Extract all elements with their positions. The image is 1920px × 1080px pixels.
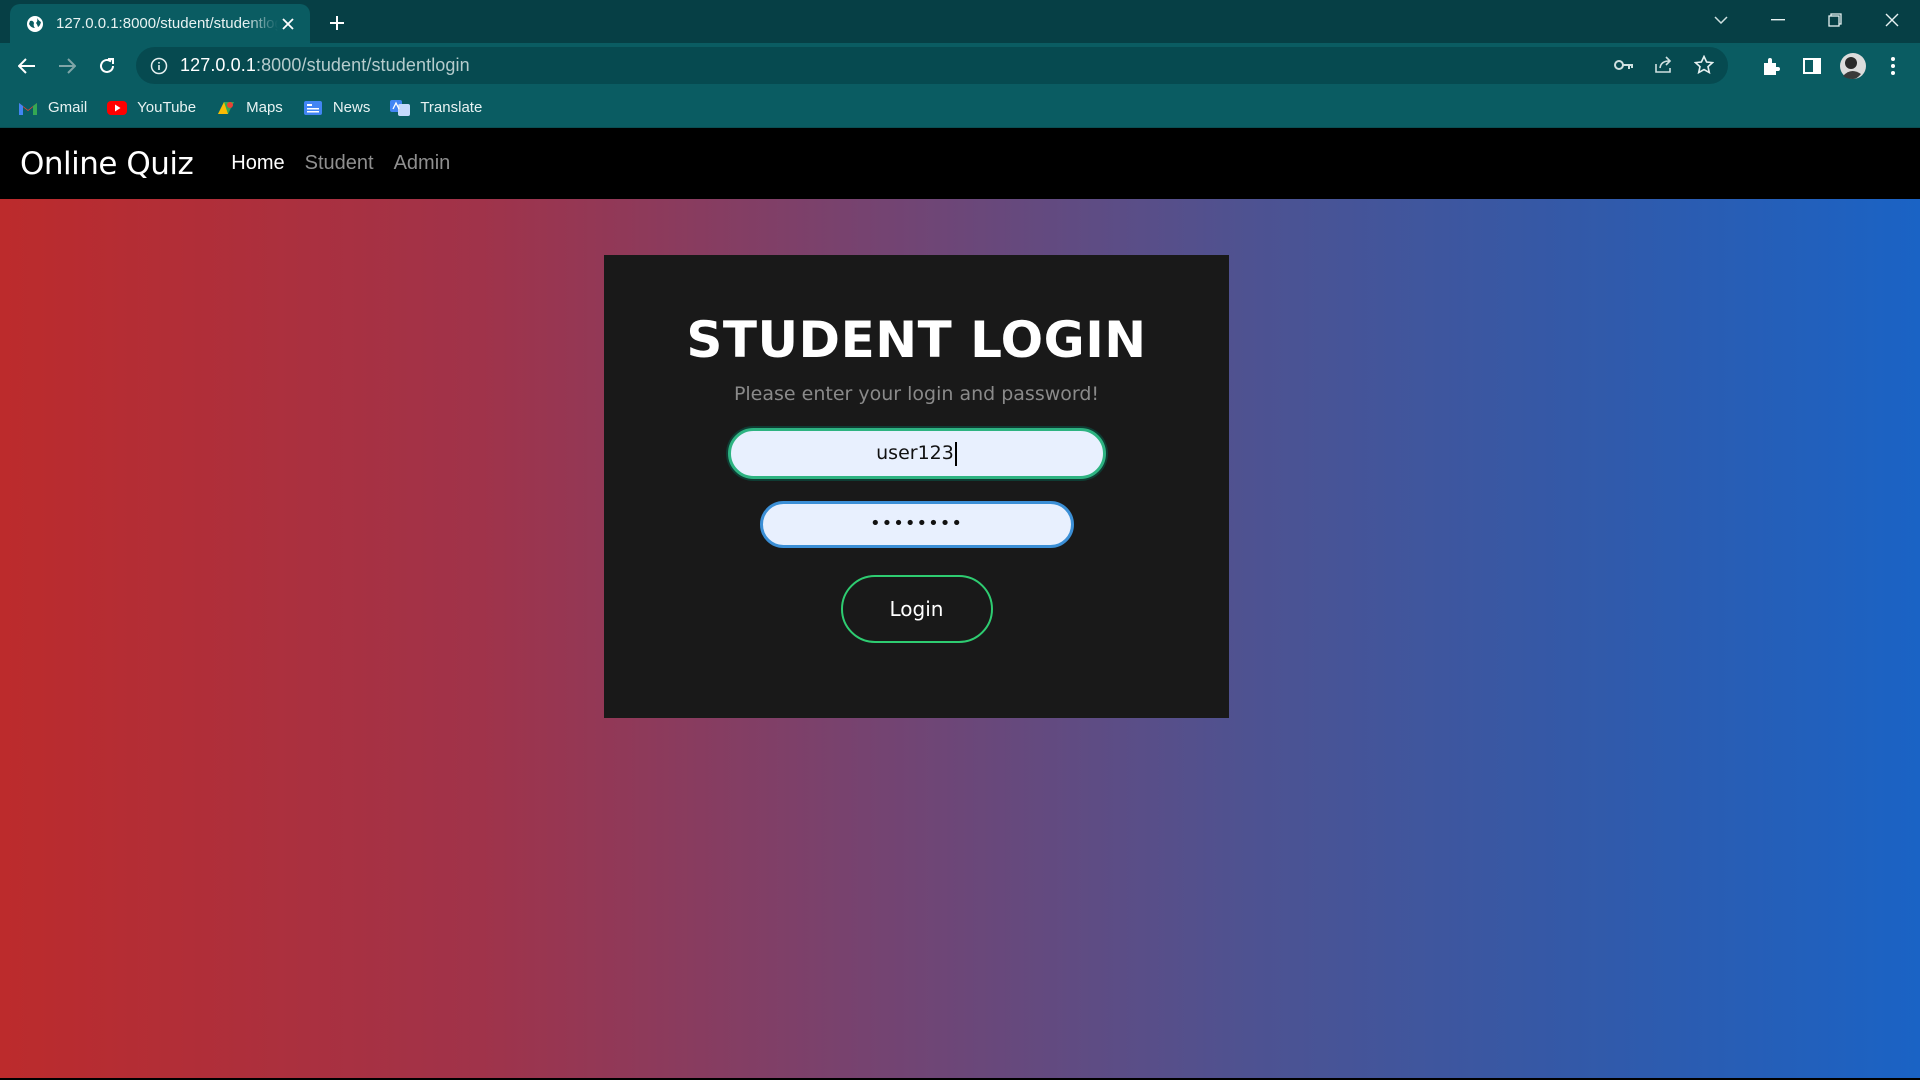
- bookmark-label: Gmail: [48, 99, 88, 116]
- share-icon[interactable]: [1650, 51, 1678, 79]
- login-subtitle: Please enter your login and password!: [733, 383, 1100, 405]
- gmail-icon: [19, 102, 37, 115]
- tab-search-button[interactable]: [1692, 0, 1749, 40]
- side-panel-button[interactable]: [1797, 51, 1827, 81]
- arrow-right-icon: [59, 58, 76, 74]
- globe-icon: [27, 15, 43, 32]
- restore-icon: [1827, 13, 1842, 27]
- info-icon[interactable]: [150, 57, 168, 75]
- kebab-menu-icon: [1891, 57, 1895, 75]
- plus-icon: [330, 16, 344, 30]
- login-button[interactable]: Login: [840, 575, 993, 643]
- nav-student[interactable]: Student: [305, 152, 374, 175]
- browser-tab[interactable]: 127.0.0.1:8000/student/studentlogin: [10, 4, 310, 43]
- chevron-down-icon: [1713, 16, 1728, 24]
- site-brand[interactable]: Online Quiz: [20, 146, 194, 182]
- username-value: user123: [876, 442, 954, 464]
- bookmark-gmail[interactable]: Gmail: [18, 94, 87, 122]
- side-panel-icon: [1803, 58, 1821, 74]
- bookmark-label: News: [332, 99, 371, 116]
- minimize-button[interactable]: [1749, 0, 1806, 40]
- site-navbar: Online Quiz Home Student Admin: [0, 128, 1920, 199]
- url-path: :8000/student/studentlogin: [255, 55, 470, 75]
- avatar-icon: [1840, 53, 1866, 79]
- page-viewport: Online Quiz Home Student Admin STUDENT L…: [0, 128, 1920, 1078]
- nav-admin[interactable]: Admin: [394, 152, 451, 175]
- bookmark-label: Translate: [420, 99, 483, 116]
- minimize-icon: [1770, 19, 1785, 21]
- bookmark-label: Maps: [246, 99, 283, 116]
- nav-home[interactable]: Home: [231, 152, 284, 175]
- address-bar[interactable]: 127.0.0.1:8000/student/studentlogin: [136, 47, 1728, 84]
- extensions-button[interactable]: [1756, 51, 1786, 81]
- bookmark-label: YouTube: [137, 99, 197, 116]
- password-input[interactable]: ••••••••: [759, 501, 1074, 548]
- tab-title: 127.0.0.1:8000/student/studentlogin: [56, 15, 278, 32]
- new-tab-button[interactable]: [324, 10, 350, 36]
- key-icon[interactable]: [1610, 51, 1638, 79]
- back-button[interactable]: [12, 51, 42, 81]
- login-card: STUDENT LOGIN Please enter your login an…: [604, 255, 1229, 718]
- bookmark-translate[interactable]: Translate: [390, 94, 482, 122]
- bookmark-youtube[interactable]: YouTube: [107, 94, 196, 122]
- bookmarks-bar: Gmail YouTube Maps News Translate: [0, 88, 1920, 128]
- forward-button[interactable]: [52, 51, 82, 81]
- restore-button[interactable]: [1806, 0, 1863, 40]
- reload-icon: [100, 58, 114, 73]
- maps-icon: [218, 101, 235, 114]
- profile-avatar[interactable]: [1838, 51, 1868, 81]
- puzzle-icon: [1764, 58, 1780, 75]
- translate-icon: [390, 99, 411, 116]
- close-icon: [1885, 13, 1898, 27]
- gradient-background: STUDENT LOGIN Please enter your login an…: [0, 199, 1920, 1078]
- browser-tab-strip: 127.0.0.1:8000/student/studentlogin: [0, 0, 1920, 43]
- url-host: 127.0.0.1: [180, 55, 256, 75]
- close-tab-icon[interactable]: [278, 14, 298, 34]
- browser-toolbar: 127.0.0.1:8000/student/studentlogin: [0, 43, 1920, 88]
- menu-button[interactable]: [1878, 51, 1908, 81]
- reload-button[interactable]: [92, 51, 122, 81]
- news-icon: [303, 100, 322, 115]
- url-text[interactable]: 127.0.0.1:8000/student/studentlogin: [180, 55, 470, 76]
- star-icon[interactable]: [1690, 51, 1718, 79]
- login-title: STUDENT LOGIN: [686, 311, 1147, 369]
- bookmark-news[interactable]: News: [303, 94, 371, 122]
- username-input[interactable]: user123: [727, 428, 1106, 479]
- bookmark-maps[interactable]: Maps: [216, 94, 283, 122]
- close-window-button[interactable]: [1863, 0, 1920, 40]
- youtube-icon: [107, 100, 128, 115]
- password-value: ••••••••: [870, 513, 963, 534]
- arrow-left-icon: [18, 58, 35, 74]
- text-caret: [954, 441, 957, 466]
